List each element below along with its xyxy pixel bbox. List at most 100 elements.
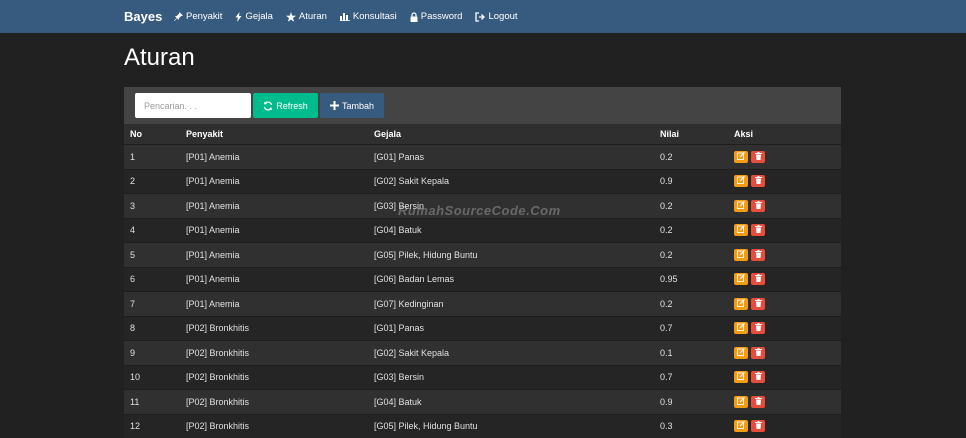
panel-toolbar: Refresh Tambah (124, 87, 841, 124)
delete-button[interactable] (751, 224, 765, 236)
add-label: Tambah (342, 101, 374, 111)
cell-no: 2 (124, 169, 180, 194)
edit-button[interactable] (734, 151, 748, 163)
trash-icon (755, 152, 762, 162)
cell-penyakit: [P02] Bronkhitis (180, 390, 368, 415)
edit-icon (737, 152, 745, 162)
cell-nilai: 0.7 (654, 316, 728, 341)
cell-nilai: 0.2 (654, 145, 728, 170)
delete-button[interactable] (751, 371, 765, 383)
edit-icon (737, 299, 745, 309)
cell-no: 12 (124, 414, 180, 438)
cell-aksi (728, 316, 841, 341)
flash-icon (235, 12, 242, 22)
edit-icon (737, 176, 745, 186)
header-gejala[interactable]: Gejala (368, 124, 654, 145)
add-button[interactable]: Tambah (320, 93, 384, 118)
cell-aksi (728, 169, 841, 194)
cell-gejala: [G01] Panas (368, 145, 654, 170)
delete-button[interactable] (751, 273, 765, 285)
cell-penyakit: [P01] Anemia (180, 267, 368, 292)
edit-button[interactable] (734, 249, 748, 261)
nav-item-gejala[interactable]: Gejala (235, 11, 272, 22)
header-no[interactable]: No (124, 124, 180, 145)
cell-no: 5 (124, 243, 180, 268)
search-input[interactable] (135, 93, 251, 118)
delete-button[interactable] (751, 347, 765, 359)
cell-penyakit: [P02] Bronkhitis (180, 316, 368, 341)
trash-icon (755, 397, 762, 407)
edit-button[interactable] (734, 273, 748, 285)
row-actions (734, 200, 841, 212)
delete-button[interactable] (751, 151, 765, 163)
row-actions (734, 298, 841, 310)
cell-aksi (728, 414, 841, 438)
cell-nilai: 0.2 (654, 218, 728, 243)
header-nilai[interactable]: Nilai (654, 124, 728, 145)
edit-button[interactable] (734, 347, 748, 359)
cell-aksi (728, 365, 841, 390)
nav-item-konsultasi[interactable]: Konsultasi (340, 11, 397, 22)
cell-gejala: [G07] Kedinginan (368, 292, 654, 317)
delete-button[interactable] (751, 420, 765, 432)
edit-button[interactable] (734, 200, 748, 212)
table-row: 6[P01] Anemia[G06] Badan Lemas0.95 (124, 267, 841, 292)
trash-icon (755, 323, 762, 333)
row-actions (734, 273, 841, 285)
nav-item-penyakit[interactable]: Penyakit (174, 11, 222, 22)
navbar: Bayes Penyakit Gejala Aturan Konsultasi (0, 0, 966, 33)
cell-aksi (728, 145, 841, 170)
cell-gejala: [G02] Sakit Kepala (368, 341, 654, 366)
nav-item-label: Logout (488, 11, 517, 22)
trash-icon (755, 348, 762, 358)
row-actions (734, 175, 841, 187)
table-header-row: No Penyakit Gejala Nilai Aksi (124, 124, 841, 145)
row-actions (734, 249, 841, 261)
edit-icon (737, 421, 745, 431)
brand-link[interactable]: Bayes (124, 0, 162, 33)
delete-button[interactable] (751, 298, 765, 310)
trash-icon (755, 372, 762, 382)
edit-button[interactable] (734, 298, 748, 310)
edit-button[interactable] (734, 396, 748, 408)
nav-item-password[interactable]: Password (410, 11, 463, 22)
edit-button[interactable] (734, 224, 748, 236)
trash-icon (755, 299, 762, 309)
table-row: 3[P01] Anemia[G03] Bersin0.2 (124, 194, 841, 219)
edit-icon (737, 225, 745, 235)
row-actions (734, 151, 841, 163)
row-actions (734, 322, 841, 334)
edit-button[interactable] (734, 322, 748, 334)
cell-nilai: 0.2 (654, 243, 728, 268)
cell-penyakit: [P02] Bronkhitis (180, 414, 368, 438)
refresh-label: Refresh (276, 101, 308, 111)
header-penyakit[interactable]: Penyakit (180, 124, 368, 145)
row-actions (734, 396, 841, 408)
cell-gejala: [G05] Pilek, Hidung Buntu (368, 243, 654, 268)
cell-aksi (728, 218, 841, 243)
nav-menu: Penyakit Gejala Aturan Konsultasi Passwo… (174, 0, 531, 33)
edit-button[interactable] (734, 420, 748, 432)
edit-icon (737, 348, 745, 358)
trash-icon (755, 225, 762, 235)
cell-nilai: 0.95 (654, 267, 728, 292)
nav-item-aturan[interactable]: Aturan (286, 11, 327, 22)
cell-gejala: [G04] Batuk (368, 390, 654, 415)
delete-button[interactable] (751, 396, 765, 408)
edit-button[interactable] (734, 371, 748, 383)
delete-button[interactable] (751, 175, 765, 187)
trash-icon (755, 176, 762, 186)
delete-button[interactable] (751, 322, 765, 334)
nav-item-logout[interactable]: Logout (475, 11, 517, 22)
page-title: Aturan (124, 44, 195, 72)
table-row: 11[P02] Bronkhitis[G04] Batuk0.9 (124, 390, 841, 415)
cell-nilai: 0.7 (654, 365, 728, 390)
edit-button[interactable] (734, 175, 748, 187)
delete-button[interactable] (751, 200, 765, 212)
cell-penyakit: [P01] Anemia (180, 169, 368, 194)
table-row: 4[P01] Anemia[G04] Batuk0.2 (124, 218, 841, 243)
plus-icon (330, 101, 339, 110)
cell-no: 4 (124, 218, 180, 243)
delete-button[interactable] (751, 249, 765, 261)
refresh-button[interactable]: Refresh (253, 93, 318, 118)
